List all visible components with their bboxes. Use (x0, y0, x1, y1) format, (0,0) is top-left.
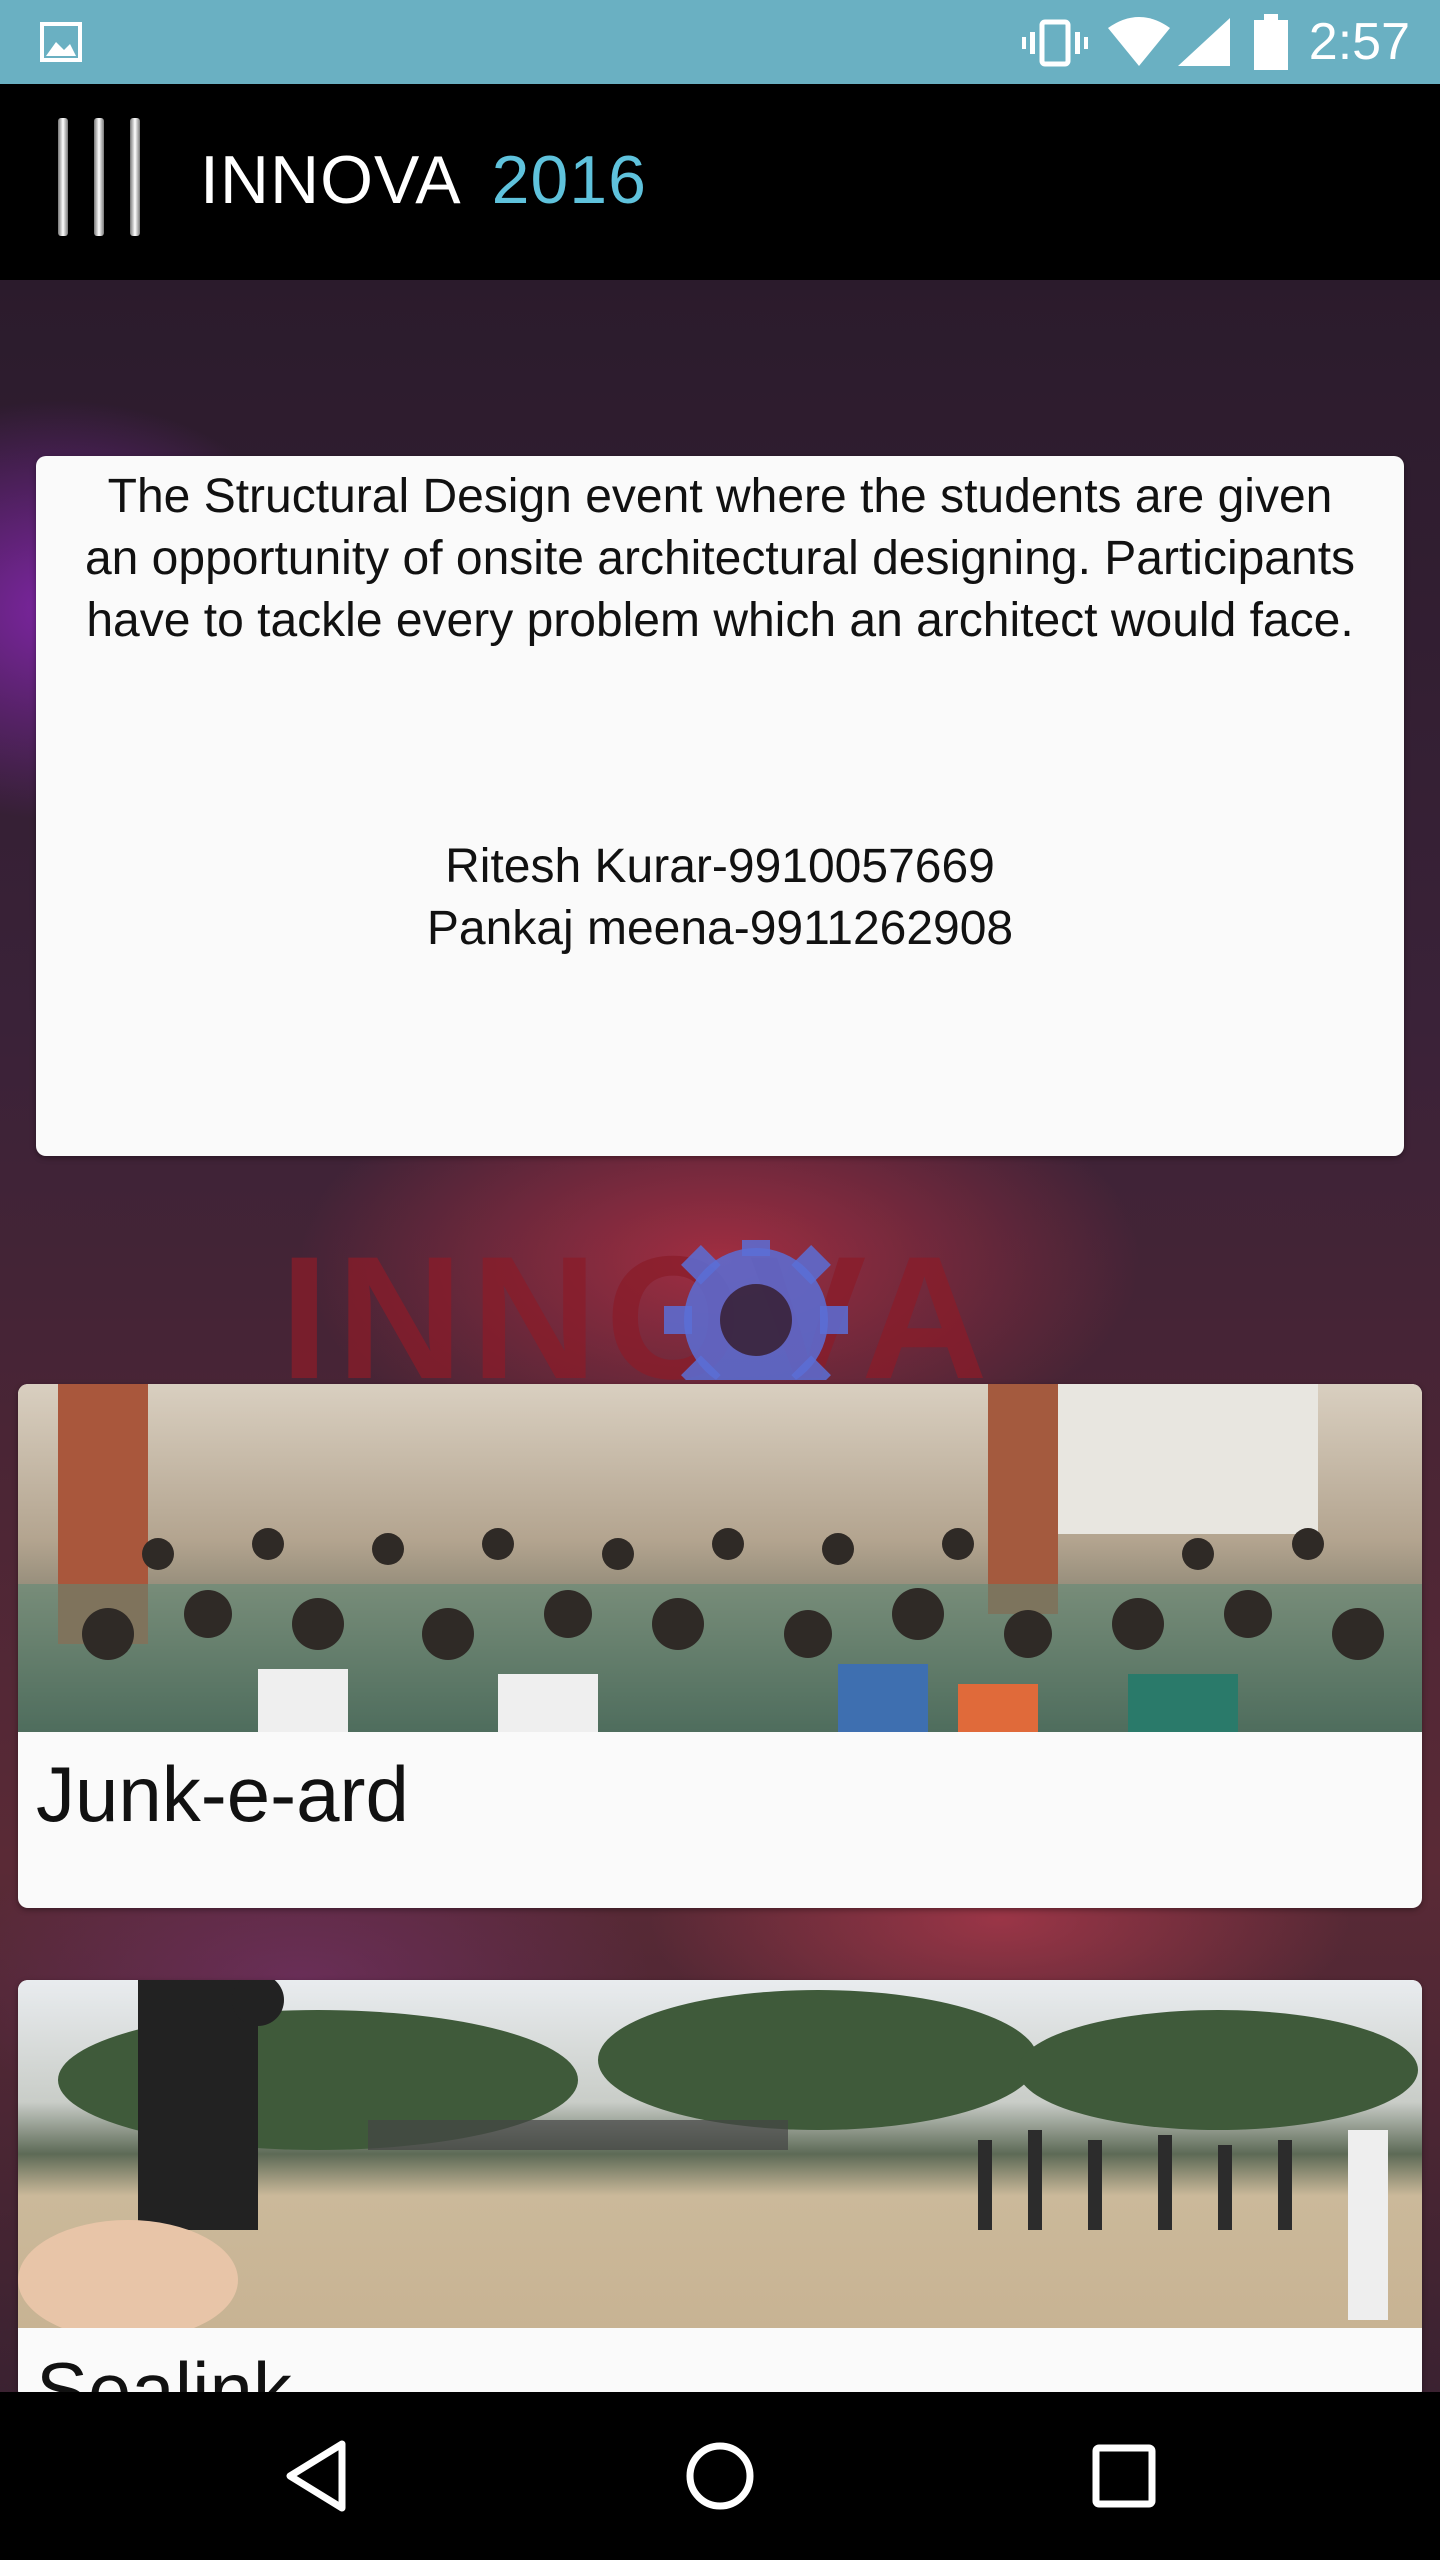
gallery-icon (40, 22, 82, 62)
contact-item: Pankaj meena-9911262908 (426, 902, 1014, 955)
vibrate-icon (1022, 19, 1088, 67)
home-icon[interactable] (680, 2436, 760, 2516)
signal-icon (1178, 18, 1230, 66)
event-photo-outdoor (18, 1980, 1422, 2328)
event-card-junk-e-ard[interactable]: Junk-e-ard (18, 1384, 1422, 1908)
app-title: INNOVA 2016 (200, 140, 647, 220)
back-icon[interactable] (276, 2436, 356, 2516)
app-title-name: INNOVA (200, 142, 462, 218)
recents-icon[interactable] (1084, 2436, 1164, 2516)
event-photo-audience (18, 1384, 1422, 1732)
wifi-icon (1108, 17, 1170, 66)
status-time: 2:57 (1308, 13, 1410, 71)
event-content[interactable]: INNOVA The Structural Design event where… (0, 280, 1440, 2392)
app-title-year: 2016 (491, 142, 647, 218)
app-bar: INNOVA 2016 (0, 84, 1440, 280)
contact-list: Ritesh Kurar-9910057669 Pankaj meena-991… (76, 836, 1364, 960)
event-description-card: The Structural Design event where the st… (36, 456, 1404, 1156)
contact-item: Ritesh Kurar-9910057669 (445, 840, 995, 893)
event-title: Junk-e-ard (36, 1750, 409, 1838)
background-logo-text: INNOVA (280, 1240, 996, 1380)
event-description-text: The Structural Design event where the st… (84, 470, 1356, 647)
event-title: Sealink (36, 2346, 292, 2392)
event-card-sealink[interactable]: Sealink (18, 1980, 1422, 2392)
innova-background-logo: INNOVA (280, 1240, 996, 1380)
battery-icon (1254, 14, 1288, 70)
status-bar: 2:57 (0, 0, 1440, 84)
menu-icon[interactable] (54, 114, 144, 240)
navigation-bar (0, 2392, 1440, 2560)
